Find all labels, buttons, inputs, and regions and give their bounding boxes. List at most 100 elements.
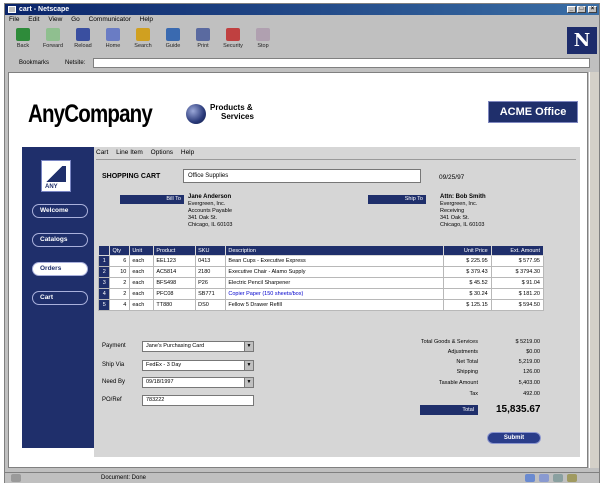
security-lock-icon[interactable]: [11, 474, 21, 482]
sku-cell: 0413: [195, 255, 227, 267]
stop-icon: [256, 28, 270, 41]
search-button[interactable]: Search: [129, 27, 157, 53]
column-header-description[interactable]: Description: [225, 245, 444, 256]
netscape-logo-icon: N: [567, 27, 597, 54]
ship-via-select[interactable]: FedEx - 3 Day ▼: [142, 360, 254, 371]
vertical-scrollbar[interactable]: [589, 72, 599, 468]
table-row[interactable]: 4 2 each PFC08 SB771 Copier Paper (150 s…: [97, 288, 545, 300]
description-link[interactable]: Copier Paper (150 sheets/box): [225, 288, 444, 300]
unit-price-cell: $ 379.43: [442, 266, 492, 278]
location-bar: Bookmarks Netsite:: [5, 56, 599, 70]
home-button[interactable]: Home: [99, 27, 127, 53]
totals-label: Shipping: [456, 369, 478, 375]
totals-value: 5,403.00: [518, 380, 540, 386]
nav-orders-button[interactable]: Orders: [32, 262, 88, 276]
unit-price-cell: $ 125.15: [442, 299, 492, 311]
column-header-sku[interactable]: SKU: [195, 245, 227, 256]
mail-icon[interactable]: [539, 474, 549, 482]
navigator-icon[interactable]: [525, 474, 535, 482]
menu-bar: File Edit View Go Communicator Help: [5, 15, 599, 25]
product-cell: AC5814: [153, 266, 197, 278]
sku-cell: 2180: [195, 266, 227, 278]
table-row[interactable]: 3 2 each BFS498 P26 Electric Pencil Shar…: [97, 277, 545, 289]
column-header-product[interactable]: Product: [153, 245, 197, 256]
back-button[interactable]: Back: [9, 27, 37, 53]
stop-button[interactable]: Stop: [249, 27, 277, 53]
column-header-qty[interactable]: Qty: [109, 245, 131, 256]
row-number[interactable]: 2: [97, 266, 111, 278]
payment-label: Payment: [102, 343, 126, 349]
qty-cell[interactable]: 2: [109, 277, 131, 289]
url-input[interactable]: [93, 58, 590, 68]
table-row[interactable]: 1 6 each EEL123 0413 Bean Cups - Executi…: [97, 255, 545, 267]
payment-select[interactable]: Jane's Purchasing Card ▼: [142, 341, 254, 352]
title-bar: cart - Netscape _ □ ×: [5, 4, 599, 15]
row-number[interactable]: 3: [97, 277, 111, 289]
composer-icon[interactable]: [567, 474, 577, 482]
unit-price-cell: $ 225.95: [442, 255, 492, 267]
minimize-icon[interactable]: _: [567, 6, 576, 13]
close-icon[interactable]: ×: [588, 6, 597, 13]
forward-button[interactable]: Forward: [39, 27, 67, 53]
row-number[interactable]: 4: [97, 288, 111, 300]
qty-cell[interactable]: 6: [109, 255, 131, 267]
security-icon: [226, 28, 240, 41]
need-by-label: Need By: [102, 379, 126, 385]
nav-catalogs-button[interactable]: Catalogs: [32, 233, 88, 247]
row-number[interactable]: 1: [97, 255, 111, 267]
qty-cell[interactable]: 4: [109, 299, 131, 311]
table-row[interactable]: 2 10 each AC5814 2180 Executive Chair - …: [97, 266, 545, 278]
sku-cell: SB771: [195, 288, 227, 300]
reload-button[interactable]: Reload: [69, 27, 97, 53]
chevron-down-icon[interactable]: ▼: [244, 378, 253, 387]
po-ref-input[interactable]: 783222: [142, 395, 254, 406]
nav-welcome-button[interactable]: Welcome: [32, 204, 88, 218]
cart-menu-help[interactable]: Help: [181, 149, 194, 156]
totals-label: Tax: [469, 391, 478, 397]
column-header-ext-amount[interactable]: Ext. Amount: [490, 245, 545, 256]
unit-cell: each: [129, 288, 155, 300]
cart-menu-options[interactable]: Options: [151, 149, 173, 156]
product-cell: TT880: [153, 299, 197, 311]
menu-communicator[interactable]: Communicator: [89, 16, 131, 23]
column-header-unit[interactable]: Unit: [129, 245, 155, 256]
supplier-input[interactable]: Office Supplies: [183, 169, 421, 183]
print-button[interactable]: Print: [189, 27, 217, 53]
description-cell: Electric Pencil Sharpener: [225, 277, 444, 289]
nav-cart-button[interactable]: Cart: [32, 291, 88, 305]
bookmarks-button[interactable]: Bookmarks: [19, 56, 49, 70]
menu-view[interactable]: View: [48, 16, 62, 23]
guide-button[interactable]: Guide: [159, 27, 187, 53]
qty-cell[interactable]: 2: [109, 288, 131, 300]
discussion-icon[interactable]: [553, 474, 563, 482]
menu-help[interactable]: Help: [140, 16, 153, 23]
security-button[interactable]: Security: [219, 27, 247, 53]
qty-cell[interactable]: 10: [109, 266, 131, 278]
print-icon: [196, 28, 210, 41]
totals-value: 5,219.00: [518, 359, 540, 365]
cart-menu-cart[interactable]: Cart: [96, 149, 108, 156]
totals-value: $ 5219.00: [515, 339, 540, 345]
product-cell: EEL123: [153, 255, 197, 267]
ext-amount-cell: $ 91.04: [490, 277, 545, 289]
chevron-down-icon[interactable]: ▼: [244, 342, 253, 351]
chevron-down-icon[interactable]: ▼: [244, 361, 253, 370]
unit-cell: each: [129, 255, 155, 267]
total-label: Total: [420, 405, 478, 415]
sku-cell: DS0: [195, 299, 227, 311]
menu-file[interactable]: File: [9, 16, 19, 23]
column-header-unit-price[interactable]: Unit Price: [442, 245, 492, 256]
need-by-select[interactable]: 09/18/1997 ▼: [142, 377, 254, 388]
menu-edit[interactable]: Edit: [28, 16, 39, 23]
product-cell: BFS498: [153, 277, 197, 289]
product-cell: PFC08: [153, 288, 197, 300]
row-number[interactable]: 5: [97, 299, 111, 311]
cart-menu-line-item[interactable]: Line Item: [116, 149, 143, 156]
unit-price-cell: $ 45.52: [442, 277, 492, 289]
submit-button[interactable]: Submit: [487, 432, 541, 444]
table-row[interactable]: 5 4 each TT880 DS0 Fellow 5 Drawer Refil…: [97, 299, 545, 311]
menu-go[interactable]: Go: [71, 16, 80, 23]
maximize-icon[interactable]: □: [577, 6, 586, 13]
status-text: Document: Done: [101, 475, 147, 481]
any-logo-icon: ANY: [41, 160, 71, 192]
